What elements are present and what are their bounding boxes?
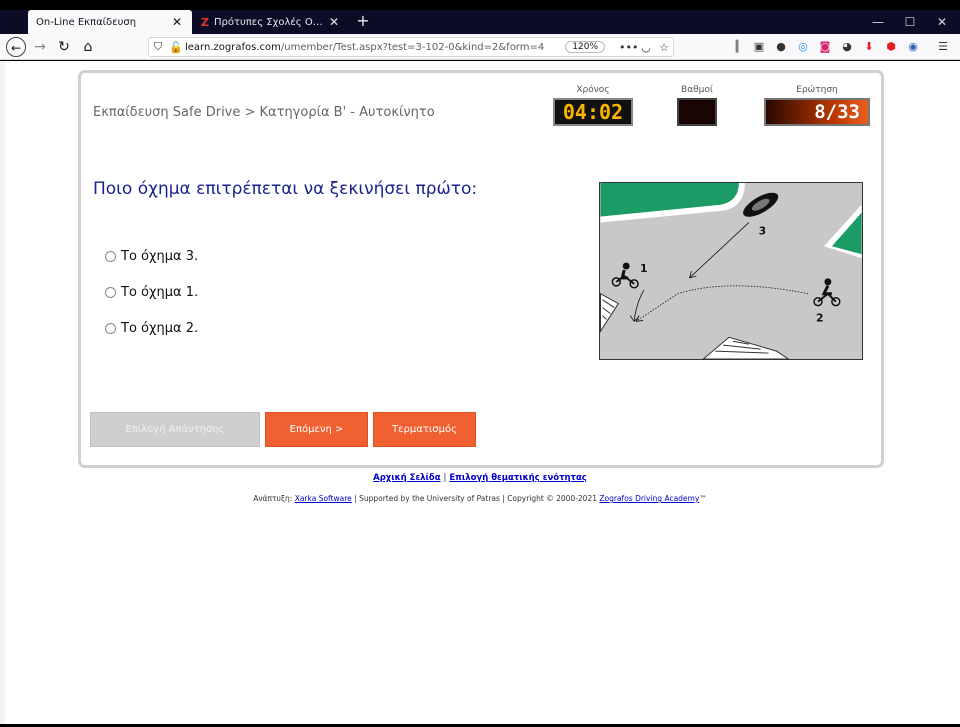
close-tab-icon[interactable]: ✕	[170, 15, 184, 29]
footer-links: Αρχική Σελίδα | Επιλογή θεματικής ενότητ…	[0, 473, 960, 483]
home-link[interactable]: Αρχική Σελίδα	[373, 473, 440, 483]
home-icon[interactable]: ⌂	[78, 37, 98, 57]
quiz-card: Εκπαίδευση Safe Drive > Κατηγορία Β' - Α…	[78, 70, 884, 468]
url-bar[interactable]: ⛉ 🔓 learn.zografos.com/umember/Test.aspx…	[148, 37, 674, 57]
bookmark-star-icon[interactable]: ☆	[655, 41, 673, 54]
account-icon[interactable]: ●	[772, 38, 790, 56]
tab-bar: On-Line Εκπαίδευση ✕ Z Πρότυπες Σχολές Ο…	[0, 10, 960, 34]
library-icon[interactable]: ║	[728, 38, 746, 56]
pocket-icon[interactable]: ◡	[637, 41, 655, 54]
answer-option-3[interactable]: Το όχημα 2.	[105, 321, 198, 336]
url-text[interactable]: learn.zografos.com/umember/Test.aspx?tes…	[185, 42, 565, 53]
new-tab-plus-icon[interactable]: +	[352, 10, 374, 34]
navigation-bar: ← → ↻ ⌂ ⛉ 🔓 learn.zografos.com/umember/T…	[0, 34, 960, 60]
radio-button[interactable]	[105, 287, 116, 298]
insecure-lock-icon[interactable]: 🔓	[167, 41, 185, 54]
question-counter: 8/33	[764, 98, 870, 126]
radio-button[interactable]	[105, 323, 116, 334]
footer-credits: Ανάπτυξη: Xarka Software | Supported by …	[0, 494, 960, 503]
minimize-icon[interactable]: —	[862, 10, 894, 34]
answer-label: Το όχημα 3.	[121, 249, 199, 264]
tab-title: On-Line Εκπαίδευση	[36, 16, 137, 28]
academy-link[interactable]: Zografos Driving Academy	[599, 494, 699, 503]
trademark-symbol: ™	[699, 494, 707, 503]
forward-arrow-icon[interactable]: →	[30, 37, 50, 57]
next-question-button[interactable]: Επόμενη >	[265, 412, 368, 447]
back-arrow-icon[interactable]: ←	[6, 37, 26, 57]
question-text: Ποιο όχημα επιτρέπεται να ξεκινήσει πρώτ…	[93, 179, 478, 199]
url-path: /umember/Test.aspx?test=3-102-0&kind=2&f…	[280, 41, 545, 53]
intersection-diagram: 3 1 2	[599, 182, 863, 360]
url-host: learn.zografos.com	[185, 41, 281, 53]
menu-hamburger-icon[interactable]: ☰	[934, 38, 952, 56]
tab-zografos[interactable]: Z Πρότυπες Σχολές Οδηγών Ζω ✕	[193, 10, 349, 34]
score-display	[677, 98, 717, 126]
radio-button[interactable]	[105, 251, 116, 262]
tab-title: Πρότυπες Σχολές Οδηγών Ζω	[213, 16, 327, 28]
select-answer-button[interactable]: Επιλογή Απάντησης	[90, 412, 260, 447]
link-separator: |	[443, 473, 447, 483]
score-label: Βαθμοί	[681, 85, 713, 95]
timer-label: Χρόνος	[576, 85, 610, 95]
vehicle-3-number: 3	[759, 224, 767, 237]
developer-prefix: Ανάπτυξη:	[253, 494, 293, 503]
zoom-level-badge[interactable]: 120%	[565, 41, 605, 53]
timer-display: 04:02	[553, 98, 633, 126]
vehicle-2-number: 2	[816, 311, 824, 324]
vehicle-1-number: 1	[640, 262, 648, 275]
tab-online-education[interactable]: On-Line Εκπαίδευση ✕	[28, 10, 192, 34]
topic-selection-link[interactable]: Επιλογή θεματικής ενότητας	[449, 473, 587, 483]
window-close-icon[interactable]: ✕	[926, 10, 958, 34]
extension-download-icon[interactable]: ⬇	[860, 38, 878, 56]
extension-instagram-icon[interactable]: ◙	[816, 38, 834, 56]
reload-icon[interactable]: ↻	[54, 37, 74, 57]
adblock-icon[interactable]: ⬢	[882, 38, 900, 56]
question-label: Ερώτηση	[796, 85, 838, 95]
answer-option-1[interactable]: Το όχημα 3.	[105, 249, 198, 264]
sidebar-icon[interactable]: ▣	[750, 38, 768, 56]
page-actions-icon[interactable]: •••	[619, 41, 638, 54]
answer-option-2[interactable]: Το όχημα 1.	[105, 285, 198, 300]
extension-dark-icon[interactable]: ◕	[838, 38, 856, 56]
extension-circle-icon[interactable]: ◉	[904, 38, 922, 56]
left-edge-strip	[0, 61, 5, 724]
extension-blue-icon[interactable]: ◎	[794, 38, 812, 56]
zografos-favicon-icon: Z	[201, 15, 209, 29]
close-tab-icon[interactable]: ✕	[327, 15, 341, 29]
shield-icon[interactable]: ⛉	[149, 40, 167, 54]
breadcrumb: Εκπαίδευση Safe Drive > Κατηγορία Β' - Α…	[93, 105, 435, 120]
answer-label: Το όχημα 2.	[121, 321, 199, 336]
maximize-icon[interactable]: ☐	[894, 10, 926, 34]
supported-text: | Supported by the University of Patras …	[354, 494, 597, 503]
end-test-button[interactable]: Τερματισμός	[373, 412, 476, 447]
developer-link[interactable]: Xarka Software	[295, 494, 352, 503]
answer-label: Το όχημα 1.	[121, 285, 199, 300]
